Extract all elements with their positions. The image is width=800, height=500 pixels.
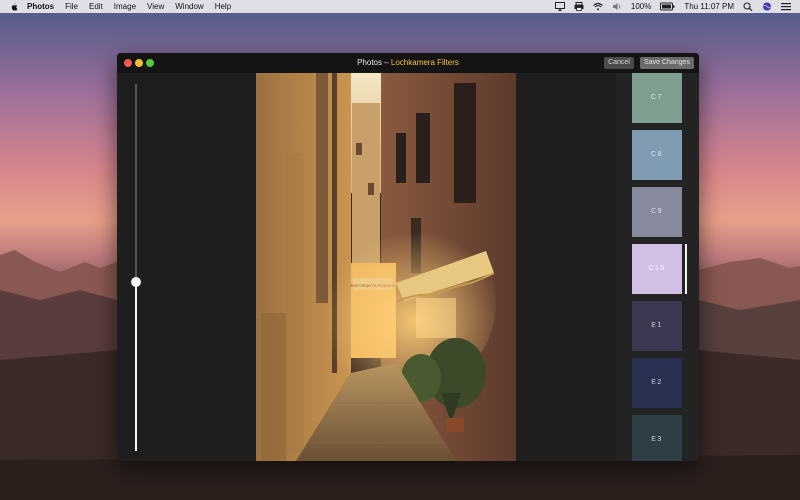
battery-icon[interactable] [660, 2, 675, 11]
filter-label: C10 [648, 265, 666, 272]
apple-icon[interactable] [9, 2, 19, 12]
intensity-slider-fill [135, 282, 137, 451]
menu-image[interactable]: Image [114, 0, 136, 13]
selected-filter-indicator [685, 244, 687, 294]
printer-icon[interactable] [574, 2, 584, 11]
filter-label: C9 [651, 208, 663, 215]
filters-window: Photos – Lochkamera Filters Cancel Save … [117, 53, 699, 461]
airplay-icon[interactable] [554, 2, 565, 11]
menu-view[interactable]: View [147, 0, 164, 13]
filter-label: C7 [651, 94, 663, 101]
window-title-app: Photos – [357, 58, 391, 67]
filter-label: E1 [651, 322, 663, 329]
filter-tile-e2[interactable]: E2 [632, 358, 682, 408]
filter-tile-e3[interactable]: E3 [632, 415, 682, 461]
menu-file[interactable]: File [65, 0, 78, 13]
menu-bar: Photos File Edit Image View Window Help … [0, 0, 800, 13]
filter-label: E3 [651, 436, 663, 443]
search-icon[interactable] [743, 2, 753, 11]
filter-tile-c9[interactable]: C9 [632, 187, 682, 237]
title-bar: Photos – Lochkamera Filters Cancel Save … [117, 53, 699, 73]
window-title-extension: Lochkamera Filters [390, 58, 459, 67]
save-changes-button[interactable]: Save Changes [640, 57, 694, 69]
menu-edit[interactable]: Edit [89, 0, 103, 13]
filter-strip: C7 C8 C9 C10 E1 E2 E3 [616, 73, 699, 461]
menu-window[interactable]: Window [175, 0, 203, 13]
filter-tile-c7[interactable]: C7 [632, 73, 682, 123]
filter-label: E2 [651, 379, 663, 386]
volume-icon[interactable] [612, 2, 622, 11]
menubar-clock[interactable]: Thu 11:07 PM [684, 2, 734, 11]
filter-tile-c8[interactable]: C8 [632, 130, 682, 180]
wifi-icon[interactable] [593, 2, 603, 11]
list-icon[interactable] [781, 2, 791, 11]
menu-app-name[interactable]: Photos [27, 0, 54, 13]
photo-preview: RISTORANTE PIZZERIA [256, 73, 516, 461]
menu-help[interactable]: Help [215, 0, 231, 13]
cancel-button[interactable]: Cancel [604, 57, 634, 69]
filter-tile-e1[interactable]: E1 [632, 301, 682, 351]
battery-percent[interactable]: 100% [631, 2, 651, 11]
filter-label: C8 [651, 151, 663, 158]
filter-tile-c10[interactable]: C10 [632, 244, 682, 294]
intensity-slider-thumb[interactable] [131, 277, 141, 288]
siri-icon[interactable] [762, 2, 772, 11]
